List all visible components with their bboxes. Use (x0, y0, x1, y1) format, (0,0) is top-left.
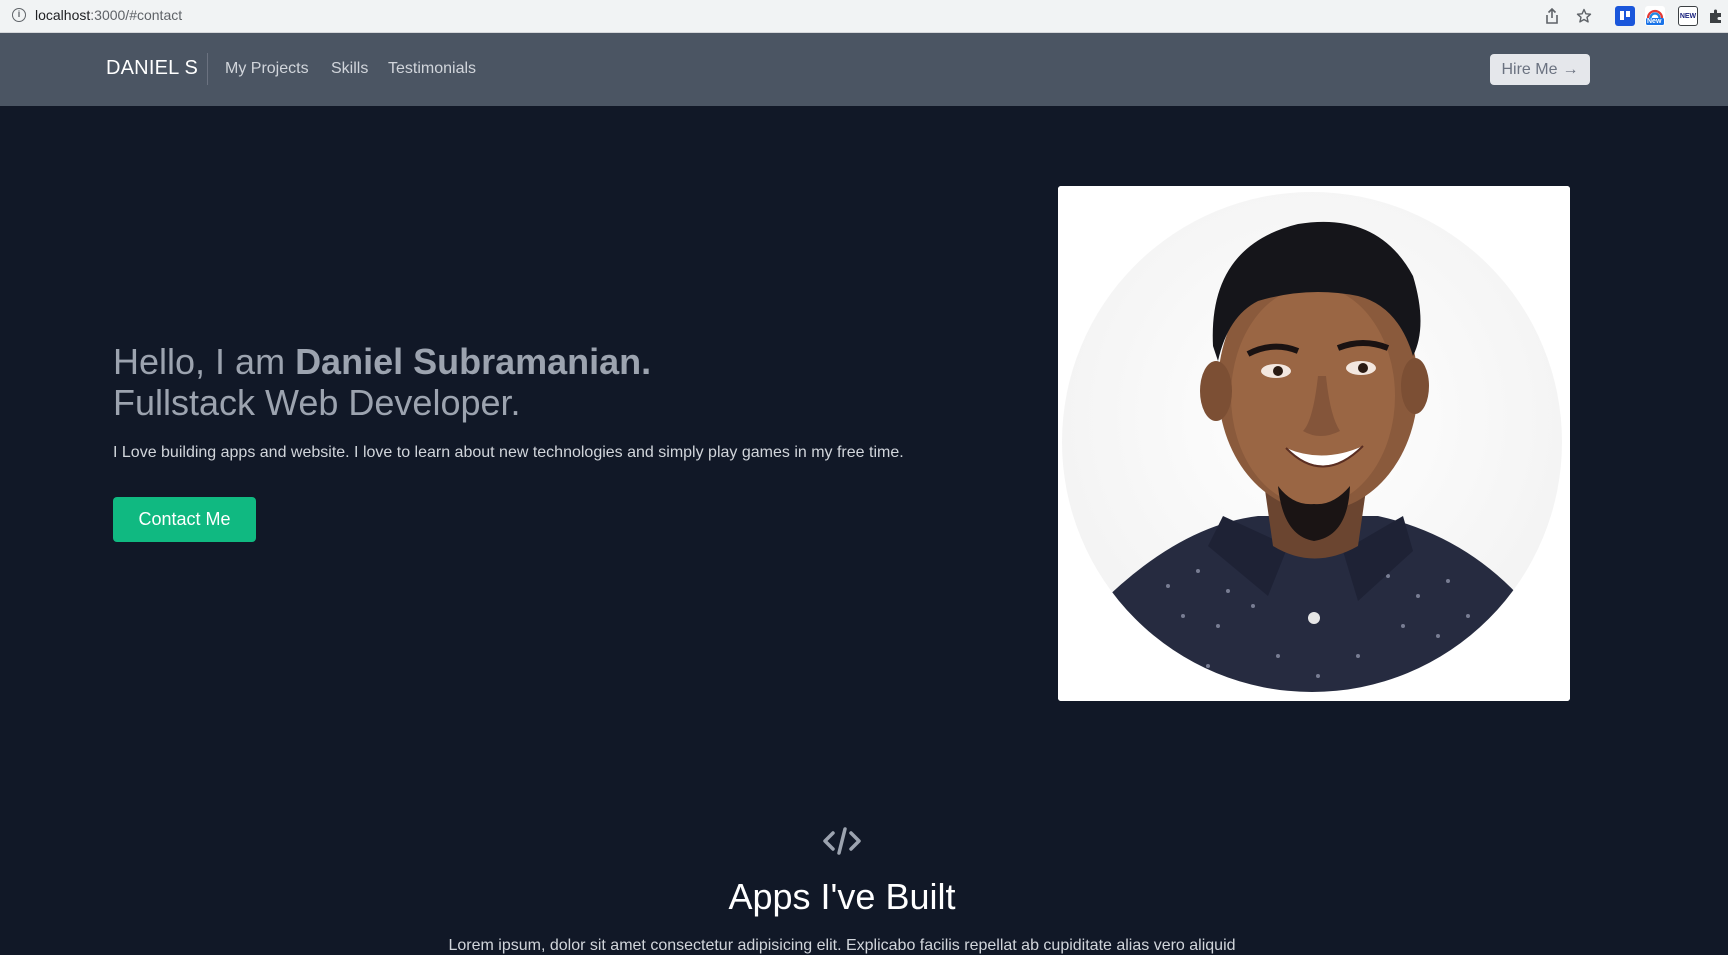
profile-photo (1058, 186, 1570, 701)
info-icon[interactable]: i (12, 8, 26, 22)
arrow-right-icon: → (1562, 60, 1579, 78)
hire-me-button[interactable]: Hire Me → (1490, 54, 1590, 85)
extension-rainbow-icon[interactable]: New (1645, 6, 1665, 26)
share-icon[interactable] (1542, 6, 1562, 26)
nav-link-my-projects[interactable]: My Projects (225, 60, 309, 78)
url-host: localhost (35, 7, 91, 23)
extensions-puzzle-icon[interactable] (1706, 6, 1726, 26)
nav-divider (207, 53, 208, 85)
extension-news-icon[interactable]: NEW (1678, 6, 1698, 26)
hire-me-label: Hire Me (1501, 60, 1558, 78)
bookmark-star-icon[interactable] (1574, 6, 1594, 26)
extension-trello-icon[interactable] (1615, 6, 1635, 26)
browser-address-bar: i localhost:3000/#contact New NEW (0, 0, 1728, 33)
hero-title: Hello, I am Daniel Subramanian. Fullstac… (113, 341, 651, 423)
site-header: DANIEL S My Projects Skills Testimonials… (0, 33, 1728, 106)
brand-logo[interactable]: DANIEL S (106, 57, 198, 80)
nav-link-testimonials[interactable]: Testimonials (388, 60, 476, 78)
hero-description: I Love building apps and website. I love… (113, 444, 904, 461)
extension-badge: New (1647, 18, 1662, 25)
section-description: Lorem ipsum, dolor sit amet consectetur … (448, 937, 1236, 954)
code-icon (822, 825, 862, 857)
section-title-apps: Apps I've Built (728, 876, 956, 917)
hero-name: Daniel Subramanian. (295, 341, 652, 382)
url-field[interactable]: localhost:3000/#contact (35, 7, 182, 23)
hero-role: Fullstack Web Developer. (113, 382, 521, 423)
url-path: :3000/#contact (90, 7, 183, 23)
nav-link-skills[interactable]: Skills (331, 60, 368, 78)
extension-news-label: NEW (1679, 12, 1697, 20)
hero-greeting: Hello, I am (113, 341, 296, 382)
contact-me-button[interactable]: Contact Me (113, 497, 256, 542)
